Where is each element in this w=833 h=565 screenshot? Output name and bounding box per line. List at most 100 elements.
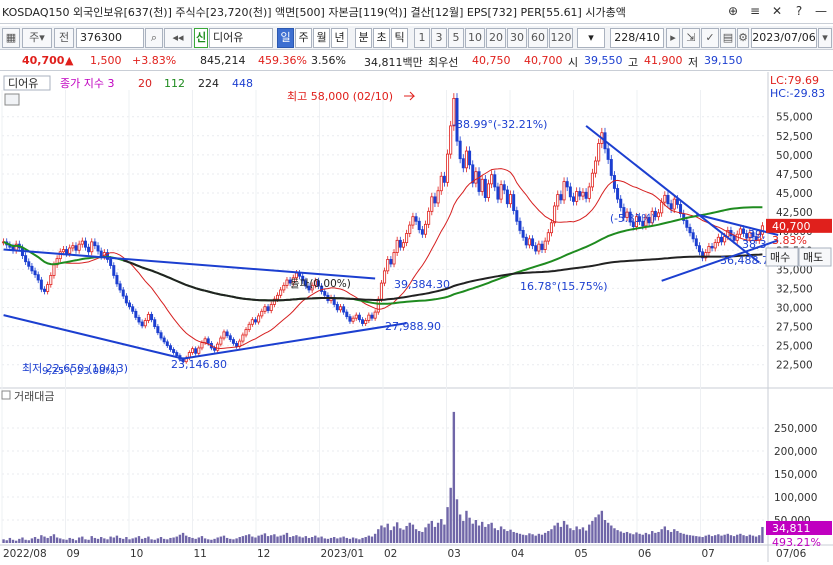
- candle-body: [594, 160, 598, 174]
- count-field[interactable]: 228/410: [610, 28, 664, 48]
- volume-bar: [314, 535, 317, 543]
- prev-button[interactable]: 전: [54, 28, 74, 48]
- candle-body: [386, 259, 390, 272]
- scroll-icon[interactable]: ▸: [666, 28, 680, 48]
- market-select[interactable]: 주▾: [22, 28, 52, 48]
- candle-body: [401, 242, 405, 248]
- volume-bar: [99, 537, 103, 543]
- candle-body: [175, 352, 179, 356]
- interval-30[interactable]: 30: [507, 28, 527, 48]
- date-field[interactable]: 2023/07/06: [751, 28, 817, 48]
- volume-bar: [345, 537, 348, 543]
- volume-bar: [134, 537, 138, 543]
- volume-bar: [736, 534, 739, 543]
- interval-5[interactable]: 5: [448, 28, 464, 48]
- candle-body: [33, 270, 37, 276]
- current-volume-tag-text: 34,811: [772, 522, 811, 535]
- candle-body: [543, 240, 547, 250]
- price-chart-svg[interactable]: 22,50025,00027,50030,00032,50035,00037,5…: [0, 72, 833, 562]
- speaker-icon[interactable]: ◂◂: [164, 28, 192, 48]
- candle-body: [597, 143, 601, 162]
- tab-year[interactable]: 년: [331, 28, 348, 48]
- help-icon[interactable]: ?: [789, 2, 809, 21]
- volume-bar: [591, 520, 594, 543]
- interval-20[interactable]: 20: [486, 28, 506, 48]
- volume-bar: [638, 533, 641, 543]
- volume-bar: [229, 538, 232, 543]
- volume-bar: [279, 535, 282, 543]
- candle-body: [74, 245, 78, 251]
- volume-bar: [140, 538, 144, 543]
- volume-bar: [499, 526, 503, 543]
- tab-tick[interactable]: 틱: [391, 28, 408, 48]
- candle-body: [534, 245, 538, 252]
- candle-body: [490, 174, 494, 185]
- volume-bar: [18, 538, 21, 543]
- stock-code-input[interactable]: 376300: [76, 28, 144, 48]
- stock-name-field[interactable]: 디어유: [209, 28, 273, 48]
- volume-bar: [506, 531, 509, 543]
- volume-bar: [644, 532, 648, 543]
- calendar-icon[interactable]: ▾: [818, 28, 832, 48]
- tab-minute[interactable]: 분: [355, 28, 372, 48]
- candle-body: [194, 348, 198, 354]
- best-quote-label: 최우선: [428, 56, 459, 69]
- tab-second[interactable]: 초: [373, 28, 390, 48]
- candle-body: [150, 313, 154, 321]
- candle-body: [606, 148, 610, 160]
- minimize-icon[interactable]: —: [811, 2, 831, 21]
- candle-body: [52, 264, 56, 276]
- volume-bar: [726, 533, 729, 543]
- close-icon[interactable]: ✕: [767, 2, 787, 21]
- candle-body: [190, 348, 195, 353]
- search-icon[interactable]: ⌕: [145, 28, 163, 48]
- volume-bar: [528, 533, 531, 543]
- sell-button-label: 매도: [803, 251, 823, 264]
- settings-icon[interactable]: ⚙: [737, 28, 749, 48]
- volume-panel-label: 거래대금: [14, 390, 54, 403]
- print-icon[interactable]: ▤: [720, 28, 736, 48]
- volume-bar: [358, 539, 361, 543]
- volume-bar: [235, 538, 238, 543]
- interval-10[interactable]: 10: [465, 28, 485, 48]
- link-icon[interactable]: ⊕: [723, 2, 743, 21]
- candle-body: [480, 178, 484, 192]
- volume-bar: [364, 537, 367, 543]
- interval-1[interactable]: 1: [414, 28, 430, 48]
- tab-month[interactable]: 월: [313, 28, 330, 48]
- interval-dropdown[interactable]: ▾: [577, 28, 605, 48]
- month-tick-label: 03: [448, 548, 461, 560]
- volume-bar: [566, 524, 569, 543]
- volume-bar: [389, 530, 393, 543]
- candle-body: [231, 339, 235, 344]
- low-angle-annotation: 9,25°(-23.08%): [42, 366, 119, 377]
- volume-bar: [663, 526, 667, 543]
- candle-body: [351, 317, 355, 322]
- volume-bar: [713, 535, 717, 543]
- level-label: 39,384.30: [394, 278, 450, 291]
- volume-bar: [14, 540, 18, 543]
- candle-body: [124, 295, 128, 304]
- candle-body: [282, 284, 286, 291]
- candle-body: [257, 315, 261, 323]
- interval-120[interactable]: 120: [549, 28, 573, 48]
- chart-type-icon[interactable]: ▦: [2, 28, 20, 48]
- volume-bar: [685, 534, 689, 543]
- volume-bar: [181, 532, 185, 543]
- triangle-annotation: (-5.31%): [610, 213, 655, 225]
- draw-icon[interactable]: ✓: [701, 28, 719, 48]
- tab-week[interactable]: 주: [295, 28, 312, 48]
- volume-bar: [367, 535, 371, 543]
- volume-bar: [295, 535, 298, 543]
- chart-area[interactable]: 22,50025,00027,50030,00032,50035,00037,5…: [0, 72, 833, 562]
- volume-bar: [411, 524, 415, 543]
- interval-60[interactable]: 60: [528, 28, 548, 48]
- menu-icon[interactable]: ≡: [745, 2, 765, 21]
- volume-bar: [742, 535, 745, 543]
- zoom-icon[interactable]: ⇲: [682, 28, 700, 48]
- interval-3[interactable]: 3: [431, 28, 447, 48]
- volume-bar: [71, 538, 75, 543]
- candle-body: [527, 238, 531, 246]
- tab-day[interactable]: 일: [277, 28, 294, 48]
- candle-body: [30, 265, 34, 272]
